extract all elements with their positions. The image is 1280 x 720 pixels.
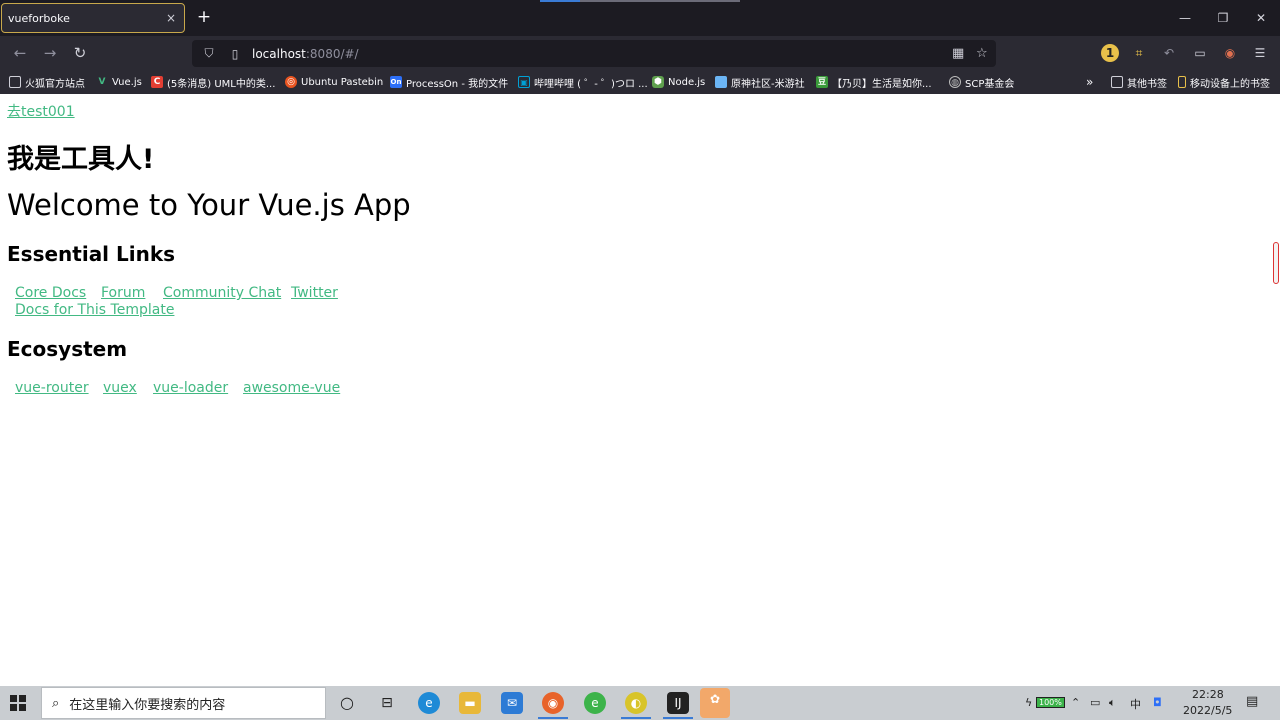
page-title-tool: 我是工具人!	[7, 144, 155, 175]
douban-icon: 豆	[816, 76, 828, 88]
bookmark-item[interactable]: ▣ 哔哩哔哩 ( ゜- ゜)つロ ...	[518, 74, 648, 90]
windows-taskbar: ⌕ 在这里输入你要搜索的内容 ○ ⊟ e ▬ ✉ ◉ e ◐ IJ ✿ ϟ 10…	[0, 686, 1280, 720]
tab-close-icon[interactable]: ×	[164, 11, 178, 25]
clock-date[interactable]: 2022/5/5	[1183, 704, 1232, 717]
reload-icon[interactable]: ↻	[69, 43, 91, 63]
menu-icon[interactable]: ☰	[1251, 44, 1269, 62]
crop-extension-icon[interactable]: ⌗	[1130, 44, 1148, 62]
tab-title: vueforboke	[8, 11, 70, 25]
extension-monkey-icon[interactable]: ◉	[1221, 44, 1239, 62]
cortana-icon[interactable]: ○	[336, 692, 358, 714]
link-awesome-vue[interactable]: awesome-vue	[243, 380, 340, 396]
csdn-icon: C	[151, 76, 163, 88]
link-core-docs[interactable]: Core Docs	[15, 285, 86, 301]
close-window-button[interactable]: ✕	[1249, 8, 1273, 28]
firefox-icon[interactable]: ◉	[542, 692, 564, 714]
browser-navbar: ← → ↻ ⛉ ▯ localhost :8080/#/ ▦ ☆ 1 ⌗ ↶ ▭…	[0, 36, 1280, 70]
link-vuex[interactable]: vuex	[103, 380, 137, 396]
link-community-chat[interactable]: Community Chat	[163, 285, 281, 301]
minimize-button[interactable]: —	[1173, 8, 1197, 28]
bookmark-star-icon[interactable]: ☆	[976, 46, 988, 61]
scp-icon: ◍	[949, 76, 961, 88]
scrollbar-thumb[interactable]	[1273, 242, 1279, 284]
mobile-icon	[1178, 76, 1186, 88]
bookmark-item[interactable]: ◍ SCP基金会	[949, 74, 1014, 90]
bookmark-folder-mobile[interactable]: 移动设备上的书签	[1178, 74, 1270, 90]
restore-button[interactable]: ❐	[1211, 8, 1235, 28]
page-info-icon[interactable]: ▯	[226, 47, 244, 61]
bookmark-item[interactable]: V Vue.js	[96, 74, 142, 90]
file-explorer-icon[interactable]: ▬	[459, 692, 481, 714]
progress-indicator	[540, 0, 580, 2]
chevron-up-icon[interactable]: ⌃	[1071, 696, 1080, 709]
app-indicator	[621, 717, 651, 719]
bookmark-item[interactable]: ⬢ Node.js	[652, 74, 705, 90]
nodejs-icon: ⬢	[652, 76, 664, 88]
battery-icon[interactable]: ▭	[1090, 696, 1100, 709]
page-scrollbar[interactable]	[1268, 94, 1280, 686]
bookmarks-bar: 火狐官方站点 V Vue.js C (5条消息) UML中的类... ◎ Ubu…	[0, 70, 1280, 94]
ime-indicator[interactable]: 中	[1130, 696, 1141, 712]
essential-links-heading: Essential Links	[7, 242, 176, 266]
back-icon[interactable]: ←	[9, 43, 31, 63]
browser-titlebar: vueforboke × + — ❐ ✕	[0, 0, 1280, 36]
ecosystem-heading: Ecosystem	[7, 337, 128, 361]
miyoushe-icon	[715, 76, 727, 88]
intellij-icon[interactable]: IJ	[667, 692, 689, 714]
page-content: 去test001 我是工具人! Welcome to Your Vue.js A…	[0, 94, 1268, 686]
link-vue-router[interactable]: vue-router	[15, 380, 89, 396]
bookmark-item[interactable]: C (5条消息) UML中的类...	[151, 74, 275, 90]
clock-time[interactable]: 22:28	[1192, 688, 1224, 701]
volume-icon[interactable]: 🔈︎	[1109, 696, 1116, 710]
windows-start-icon[interactable]	[10, 695, 26, 711]
bilibili-icon: ▣	[518, 76, 530, 88]
browser-tab-active[interactable]: vueforboke ×	[1, 3, 185, 33]
url-path: :8080/#/	[305, 46, 359, 61]
bookmark-item[interactable]: 原神社区-米游社	[715, 74, 805, 90]
app-indicator	[663, 717, 693, 719]
qr-code-icon[interactable]: ▦	[952, 46, 964, 61]
tray-app-icon[interactable]: ◘	[1153, 696, 1162, 709]
folder-icon	[9, 76, 21, 88]
bookmark-item[interactable]: On ProcessOn - 我的文件	[390, 74, 508, 90]
welcome-heading: Welcome to Your Vue.js App	[7, 188, 411, 222]
folder-icon	[1111, 76, 1123, 88]
task-view-icon[interactable]: ⊟	[376, 692, 398, 714]
link-forum[interactable]: Forum	[101, 285, 145, 301]
mail-icon[interactable]: ✉	[501, 692, 523, 714]
app-green-icon[interactable]: ◐	[625, 692, 647, 714]
power-icon[interactable]: ϟ	[1025, 696, 1032, 709]
bookmark-folder-other[interactable]: 其他书签	[1111, 74, 1167, 90]
shield-icon[interactable]: ⛉	[200, 46, 218, 61]
url-host: localhost	[252, 46, 306, 61]
new-tab-button[interactable]: +	[195, 8, 213, 26]
search-placeholder: 在这里输入你要搜索的内容	[69, 697, 226, 713]
bookmarks-overflow-icon[interactable]: »	[1086, 74, 1093, 90]
extension-badge-icon[interactable]: 1	[1101, 44, 1119, 62]
ie-browser-icon[interactable]: e	[584, 692, 606, 714]
battery-indicator[interactable]: 100%	[1036, 697, 1065, 708]
bookmark-item[interactable]: ◎ Ubuntu Pastebin	[285, 74, 383, 90]
link-test001[interactable]: 去test001	[7, 101, 75, 121]
url-bar[interactable]: ⛉ ▯ localhost :8080/#/ ▦ ☆	[192, 40, 996, 67]
taskbar-search-input[interactable]: ⌕ 在这里输入你要搜索的内容	[41, 687, 326, 719]
bookmark-item[interactable]: 豆 【乃贝】生活是如你...	[816, 74, 932, 90]
edge-icon[interactable]: e	[418, 692, 440, 714]
link-vue-loader[interactable]: vue-loader	[153, 380, 228, 396]
vue-icon: V	[98, 77, 106, 87]
reader-view-icon[interactable]: ▭	[1191, 44, 1209, 62]
forward-icon[interactable]: →	[39, 43, 61, 63]
notification-icon[interactable]: ▤	[1246, 694, 1258, 709]
anime-app-icon[interactable]: ✿	[700, 688, 730, 718]
link-docs-template[interactable]: Docs for This Template	[15, 302, 174, 318]
ubuntu-icon: ◎	[285, 76, 297, 88]
search-icon: ⌕	[52, 695, 60, 711]
link-twitter[interactable]: Twitter	[291, 285, 338, 301]
progress-track	[580, 0, 740, 2]
undo-icon[interactable]: ↶	[1160, 44, 1178, 62]
active-app-indicator	[538, 717, 568, 719]
bookmark-item[interactable]: 火狐官方站点	[9, 74, 85, 90]
processon-icon: On	[390, 76, 402, 88]
